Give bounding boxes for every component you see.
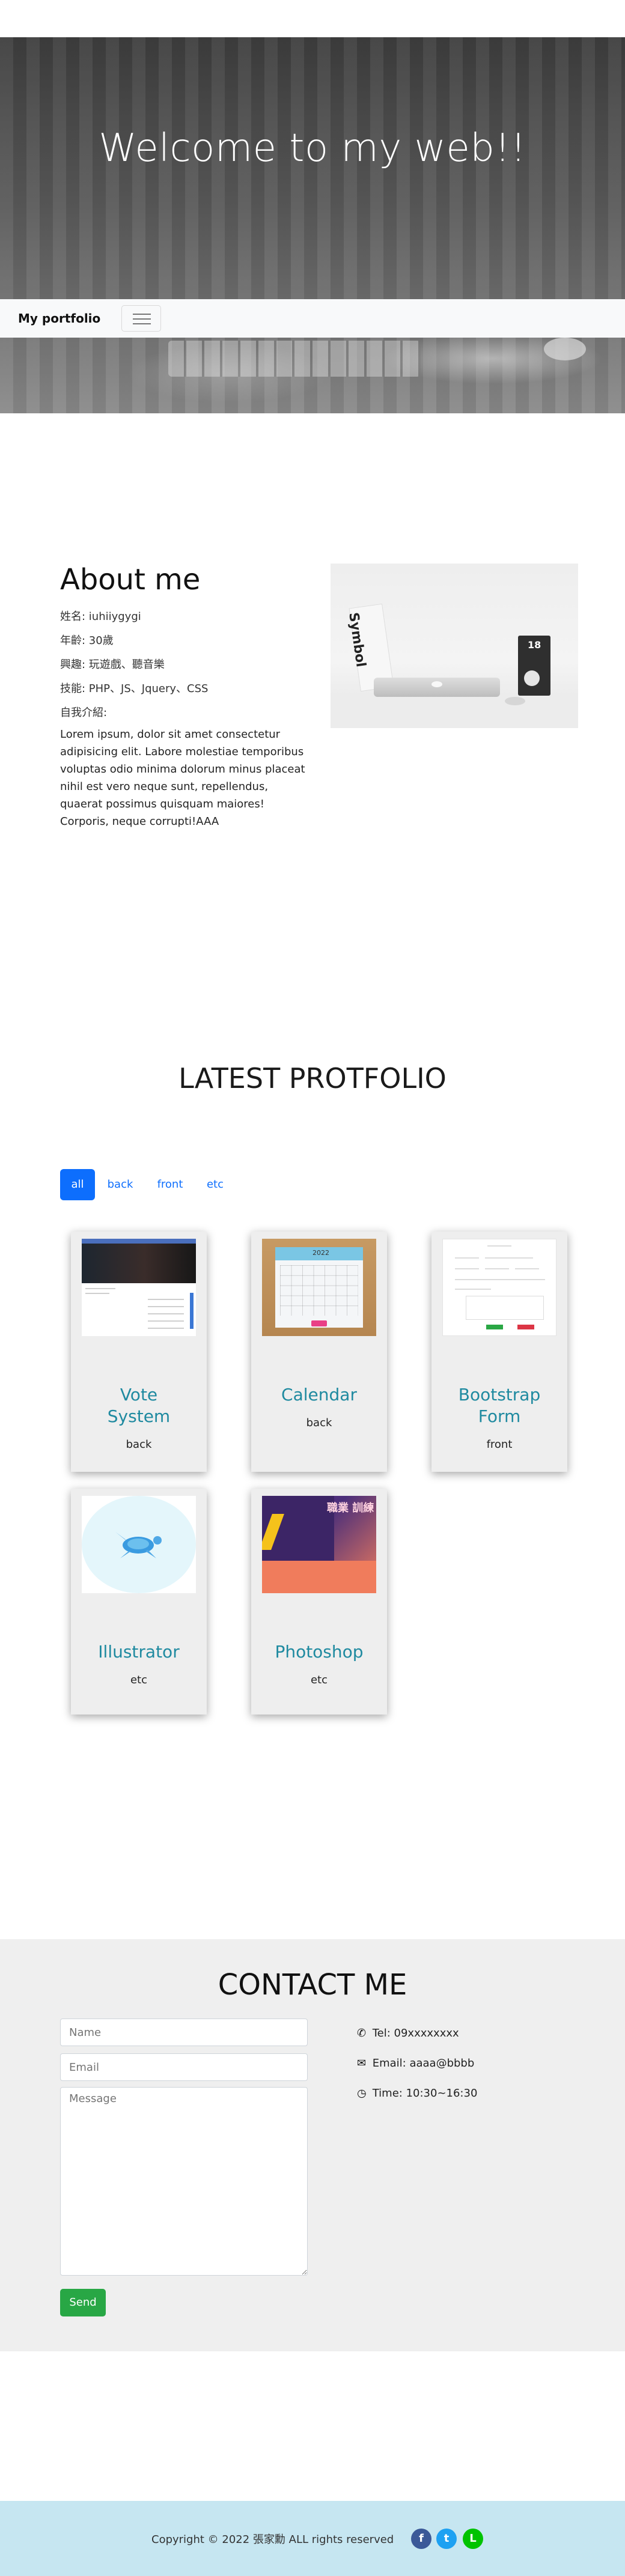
bootstrap-form-thumbnail xyxy=(442,1239,556,1336)
portfolio-card-vote-system[interactable]: Vote System back xyxy=(71,1232,207,1472)
hero-title: Welcome to my web!! xyxy=(99,126,526,171)
card-title-line1: Calendar xyxy=(281,1385,357,1405)
turtle-icon xyxy=(115,1532,162,1558)
card-title-line1: Bootstrap xyxy=(458,1385,541,1405)
email-input[interactable] xyxy=(60,2053,308,2081)
phone-icon: ✆ xyxy=(357,2027,367,2040)
mouse-image xyxy=(544,338,586,360)
name-input[interactable] xyxy=(60,2019,308,2046)
send-button[interactable]: Send xyxy=(60,2289,106,2316)
card-category: front xyxy=(486,1438,513,1451)
hero-banner: Welcome to my web!! xyxy=(0,37,625,413)
portfolio-card-calendar[interactable]: 2022 Calendar back xyxy=(251,1232,387,1472)
about-intro-text: Lorem ipsum, dolor sit amet consectetur … xyxy=(60,728,305,828)
card-category: back xyxy=(126,1438,152,1451)
portfolio-title: LATEST PROTFOLIO xyxy=(178,1062,447,1095)
contact-tel-text: Tel: 09xxxxxxxx xyxy=(372,2027,459,2040)
navbar-toggler-button[interactable] xyxy=(121,305,161,332)
card-title-line1: Photoshop xyxy=(275,1642,364,1662)
laptop-image xyxy=(374,678,500,697)
copyright-text: Copyright © 2022 張家勳 ALL rights reserved xyxy=(151,2533,394,2546)
about-info-age: 年齡: 30歲 xyxy=(60,634,114,647)
filter-front-button[interactable]: front xyxy=(145,1169,195,1200)
portfolio-card-illustrator[interactable]: Illustrator etc xyxy=(71,1489,207,1715)
contact-tel: ✆ Tel: 09xxxxxxxx xyxy=(357,2027,459,2040)
footer: Copyright © 2022 張家勳 ALL rights reserved… xyxy=(0,2501,625,2576)
envelope-icon: ✉ xyxy=(357,2057,367,2070)
hamburger-icon xyxy=(133,314,151,315)
speaker-number: 18 xyxy=(528,639,541,651)
card-category: etc xyxy=(130,1674,148,1686)
contact-email-text: Email: aaaa@bbbb xyxy=(372,2057,475,2070)
about-photo: Symbol 18 xyxy=(331,564,578,728)
line-icon[interactable]: L xyxy=(463,2529,483,2549)
contact-title: CONTACT ME xyxy=(218,1968,407,2002)
facebook-icon[interactable]: f xyxy=(411,2529,431,2549)
photoshop-thumbnail: 職業 訓練 xyxy=(262,1496,376,1593)
navbar: My portfolio xyxy=(0,299,625,338)
portfolio-card-photoshop[interactable]: 職業 訓練 Photoshop etc xyxy=(251,1489,387,1715)
card-title-line1: Vote xyxy=(120,1385,158,1405)
hamburger-icon xyxy=(133,318,151,320)
twitter-icon[interactable]: t xyxy=(436,2529,457,2549)
about-info-intro-label: 自我介紹: xyxy=(60,706,108,719)
navbar-brand[interactable]: My portfolio xyxy=(18,311,100,326)
filter-back-button[interactable]: back xyxy=(96,1169,144,1200)
calendar-thumb-year: 2022 xyxy=(312,1249,329,1257)
filter-all-button[interactable]: all xyxy=(60,1169,95,1200)
hamburger-icon xyxy=(133,323,151,324)
card-title-line1: Illustrator xyxy=(98,1642,180,1662)
about-info-skills: 技能: PHP、JS、Jquery、CSS xyxy=(60,682,209,695)
card-title-line2: Form xyxy=(478,1406,521,1426)
photoshop-thumb-text: 職業 訓練 xyxy=(327,1502,374,1514)
clock-icon: ◷ xyxy=(357,2087,367,2100)
contact-email: ✉ Email: aaaa@bbbb xyxy=(357,2057,474,2070)
contact-time: ◷ Time: 10:30~16:30 xyxy=(357,2087,477,2100)
vote-system-thumbnail xyxy=(82,1239,196,1336)
calendar-thumbnail: 2022 xyxy=(262,1239,376,1336)
message-textarea[interactable] xyxy=(60,2087,308,2276)
illustrator-thumbnail xyxy=(82,1496,196,1593)
about-title: About me xyxy=(60,563,201,597)
about-info-hobby: 興趣: 玩遊戲、聽音樂 xyxy=(60,658,165,671)
contact-section: CONTACT ME Send ✆ Tel: 09xxxxxxxx ✉ Emai… xyxy=(0,1939,625,2351)
card-category: etc xyxy=(310,1674,328,1686)
card-title-line2: System xyxy=(107,1406,171,1426)
filter-etc-button[interactable]: etc xyxy=(196,1169,234,1200)
contact-time-text: Time: 10:30~16:30 xyxy=(372,2087,478,2100)
about-info-name: 姓名: iuhiiygygi xyxy=(60,610,141,623)
portfolio-card-bootstrap-form[interactable]: Bootstrap Form front xyxy=(431,1232,567,1472)
card-category: back xyxy=(306,1417,332,1429)
keyboard-image xyxy=(168,341,421,377)
